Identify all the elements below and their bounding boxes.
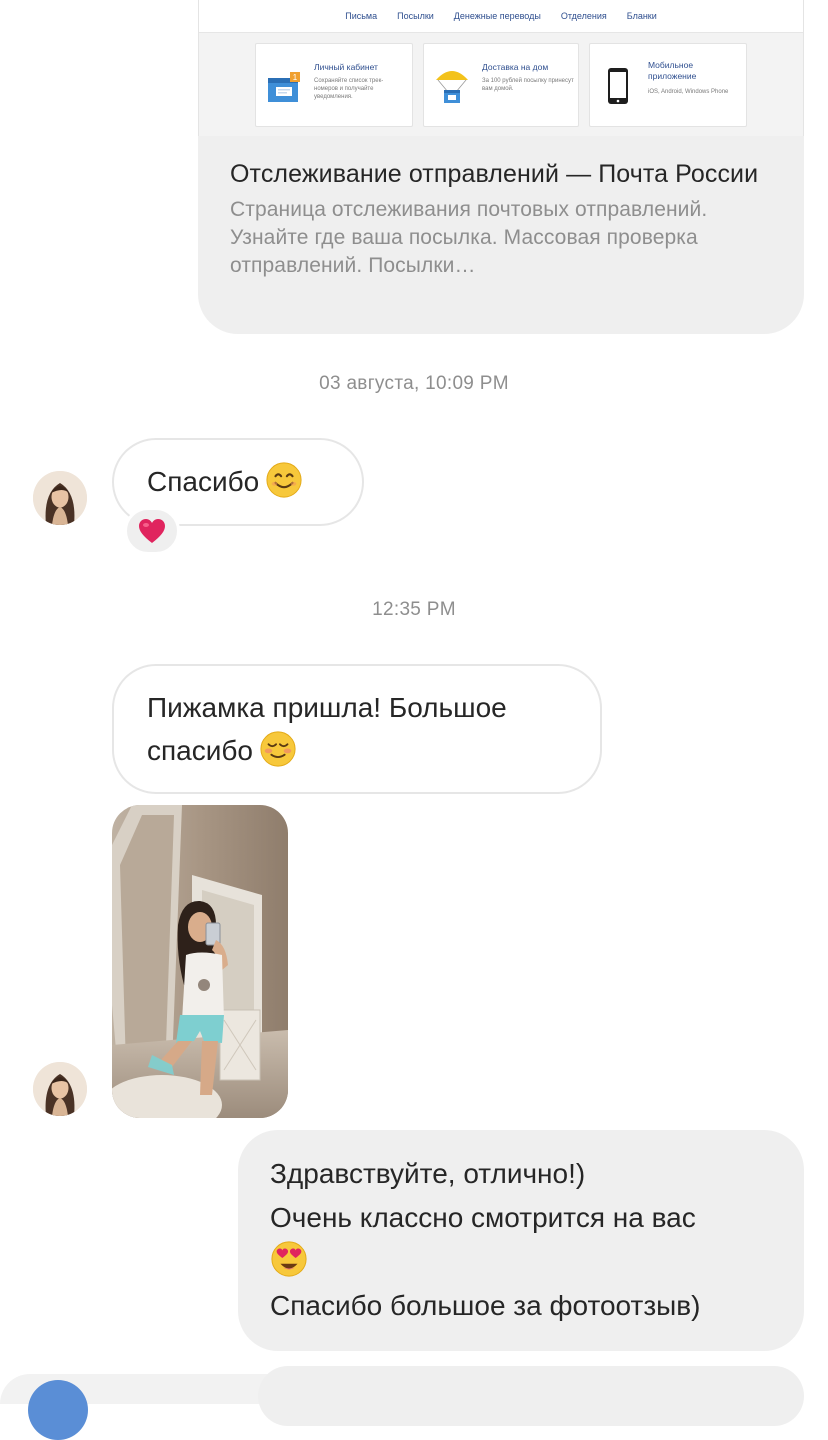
preview-nav-item: Письма xyxy=(345,11,378,21)
preview-card-title: Доставка на дом xyxy=(482,62,549,72)
preview-card-title: Личный кабинет xyxy=(314,62,378,72)
preview-card-delivery: Доставка на дом За 100 рублей посылку пр… xyxy=(423,43,579,127)
delivery-parachute-icon xyxy=(436,71,468,103)
heart-eyes-icon xyxy=(271,1241,307,1277)
badge-number: 1 xyxy=(293,73,298,82)
link-preview-description: Страница отслеживания почтовых отправлен… xyxy=(230,198,708,277)
message-text: Очень классно смотрится на вас xyxy=(270,1202,696,1233)
mirror-selfie-photo xyxy=(112,805,288,1118)
preview-nav-item: Отделения xyxy=(560,11,607,21)
link-preview-title: Отслеживание отправлений — Почта России xyxy=(230,160,759,188)
preview-card-mobile-app: Мобильное приложение iOS, Android, Windo… xyxy=(589,43,747,127)
link-preview-text: Отслеживание отправлений — Почта России … xyxy=(230,158,790,280)
message-text: спасибо xyxy=(147,735,253,766)
preview-card-desc: Сохраняйте список трек-номеров и получай… xyxy=(314,78,384,100)
smartphone-icon xyxy=(608,68,628,104)
contact-avatar[interactable] xyxy=(33,1062,87,1116)
blushing-face-icon xyxy=(260,731,296,767)
emoji-line xyxy=(270,1240,772,1284)
outgoing-message-bubble[interactable]: Здравствуйте, отлично!) Очень классно см… xyxy=(238,1130,804,1351)
message-timestamp: 12:35 PM xyxy=(372,599,456,620)
preview-nav-item: Посылки xyxy=(397,11,434,21)
message-text: Пижамка пришла! Большое xyxy=(147,692,507,723)
camera-button[interactable] xyxy=(28,1380,88,1440)
contact-avatar[interactable] xyxy=(33,471,87,525)
message-reaction[interactable] xyxy=(124,507,180,555)
contact-avatar-photo xyxy=(33,471,87,525)
preview-nav-bar: Письма Посылки Денежные переводы Отделен… xyxy=(199,0,803,33)
preview-card-account: 1 Личный кабинет Сохраняйте список трек-… xyxy=(255,43,413,127)
contact-avatar-photo xyxy=(33,1062,87,1116)
account-box-icon: 1 xyxy=(268,72,300,102)
smiling-face-icon xyxy=(266,462,302,498)
message-text: Спасибо большое за фотоотзыв) xyxy=(270,1290,701,1321)
outgoing-message-bubble[interactable] xyxy=(258,1366,804,1426)
preview-card-desc: iOS, Android, Windows Phone xyxy=(648,89,729,95)
preview-card-desc: За 100 рублей посылку принесут вам домой… xyxy=(482,78,574,92)
preview-card-title: Мобильное приложение xyxy=(648,60,697,81)
photo-message[interactable] xyxy=(112,805,288,1118)
preview-nav-item: Бланки xyxy=(626,11,657,21)
heart-icon xyxy=(139,519,165,543)
message-text: Здравствуйте, отлично!) xyxy=(270,1158,586,1189)
link-preview-image: Письма Посылки Денежные переводы Отделен… xyxy=(198,0,804,136)
message-timestamp: 03 августа, 10:09 PM xyxy=(319,373,509,394)
preview-body: 1 Личный кабинет Сохраняйте список трек-… xyxy=(199,33,803,136)
incoming-message-bubble[interactable]: Пижамка пришла! Большое спасибо xyxy=(112,664,602,794)
link-preview-card[interactable]: Письма Посылки Денежные переводы Отделен… xyxy=(198,0,804,334)
preview-nav-item: Денежные переводы xyxy=(453,11,541,21)
message-text: Спасибо xyxy=(147,466,260,497)
